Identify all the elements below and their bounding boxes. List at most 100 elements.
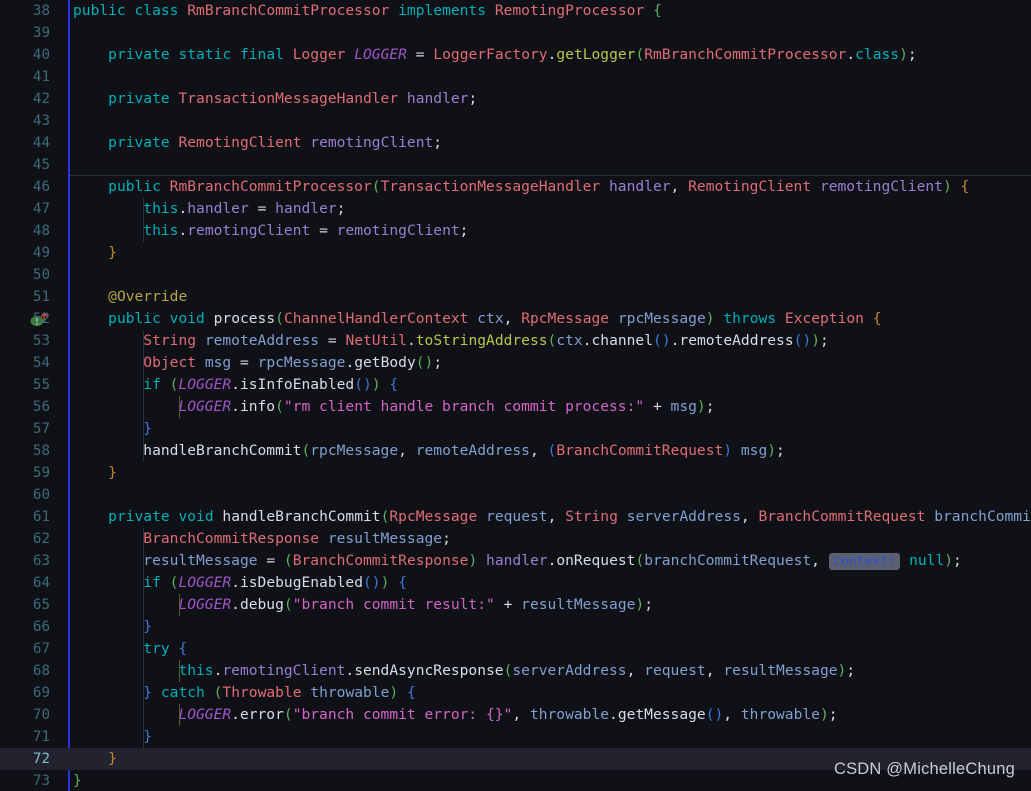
code-line[interactable]: public void process(ChannelHandlerContex… — [68, 308, 1031, 330]
code-line[interactable]: private static final Logger LOGGER = Log… — [68, 44, 1031, 66]
code-line-text: String remoteAddress = NetUtil.toStringA… — [143, 332, 829, 349]
code-line-text: public void process(ChannelHandlerContex… — [108, 310, 882, 327]
line-number-gutter[interactable]: 38 39 40 41 42 43 44 45 46 47 48 49 50 51 52 53 54 55 56 57… — [0, 0, 68, 791]
code-line[interactable]: Object msg = rpcMessage.getBody(); — [68, 352, 1031, 374]
line-number: 41 — [32, 69, 50, 85]
code-line[interactable] — [68, 110, 1031, 132]
code-line-text: this.remotingClient.sendAsyncResponse(se… — [178, 662, 856, 679]
code-line-text: } — [73, 772, 82, 789]
code-line[interactable]: @Override — [68, 286, 1031, 308]
indent-guide — [143, 330, 145, 462]
code-line[interactable]: private RemotingClient remotingClient; — [68, 132, 1031, 154]
code-line-text: } catch (Throwable throwable) { — [143, 684, 416, 701]
line-number: 49 — [32, 245, 50, 261]
code-line-text: private void handleBranchCommit(RpcMessa… — [108, 508, 1031, 525]
code-line[interactable]: LOGGER.debug("branch commit result:" + r… — [68, 594, 1031, 616]
line-number: 44 — [32, 135, 50, 151]
code-line[interactable] — [68, 154, 1031, 176]
line-number: 52 — [32, 311, 50, 327]
line-number: 48 — [32, 223, 50, 239]
code-line[interactable]: public RmBranchCommitProcessor(Transacti… — [68, 176, 1031, 198]
code-line[interactable]: resultMessage = (BranchCommitResponse) h… — [68, 550, 1031, 572]
line-number: 60 — [32, 487, 50, 503]
code-line-text: } — [108, 464, 117, 481]
line-number: 56 — [32, 399, 50, 415]
code-line[interactable]: LOGGER.error("branch commit error: {}", … — [68, 704, 1031, 726]
code-line[interactable]: } — [68, 462, 1031, 484]
line-number: 47 — [32, 201, 50, 217]
code-line[interactable]: try { — [68, 638, 1031, 660]
line-number: 42 — [32, 91, 50, 107]
code-line-text: BranchCommitResponse resultMessage; — [143, 530, 451, 547]
line-number: 73 — [32, 773, 50, 789]
line-number: 39 — [32, 25, 50, 41]
line-number: 57 — [32, 421, 50, 437]
code-line[interactable] — [68, 22, 1031, 44]
code-line[interactable]: if (LOGGER.isInfoEnabled()) { — [68, 374, 1031, 396]
line-number: 54 — [32, 355, 50, 371]
code-line[interactable]: String remoteAddress = NetUtil.toStringA… — [68, 330, 1031, 352]
indent-guide — [178, 594, 180, 616]
line-number: 38 — [32, 3, 50, 19]
code-line-text: public RmBranchCommitProcessor(Transacti… — [108, 178, 970, 195]
code-line[interactable] — [68, 484, 1031, 506]
line-number: 59 — [32, 465, 50, 481]
code-line[interactable]: this.remotingClient.sendAsyncResponse(se… — [68, 660, 1031, 682]
code-line-text: LOGGER.error("branch commit error: {}", … — [178, 706, 838, 723]
code-line[interactable]: } — [68, 418, 1031, 440]
indent-guide — [143, 528, 145, 748]
line-number: 55 — [32, 377, 50, 393]
line-number: 63 — [32, 553, 50, 569]
code-line[interactable]: this.handler = handler; — [68, 198, 1031, 220]
line-number: 65 — [32, 597, 50, 613]
code-line[interactable]: this.remotingClient = remotingClient; — [68, 220, 1031, 242]
code-line-text: LOGGER.info("rm client handle branch com… — [178, 398, 715, 415]
inline-parameter-hint: context: — [828, 553, 901, 570]
indent-guide — [143, 198, 145, 242]
code-line[interactable]: private void handleBranchCommit(RpcMessa… — [68, 506, 1031, 528]
code-line-text: private TransactionMessageHandler handle… — [108, 90, 478, 107]
code-line[interactable]: public class RmBranchCommitProcessor imp… — [68, 0, 1031, 22]
code-line[interactable]: } — [68, 726, 1031, 748]
code-line-text: @Override — [108, 288, 188, 305]
line-number: 46 — [32, 179, 50, 195]
code-line-text: handleBranchCommit(rpcMessage, remoteAdd… — [143, 442, 785, 459]
code-line[interactable]: BranchCommitResponse resultMessage; — [68, 528, 1031, 550]
code-line[interactable]: handleBranchCommit(rpcMessage, remoteAdd… — [68, 440, 1031, 462]
indent-guide — [178, 704, 180, 726]
method-separator — [70, 175, 1031, 176]
indent-guide — [178, 660, 180, 682]
code-line-text: this.handler = handler; — [143, 200, 346, 217]
code-line-text: } — [143, 420, 153, 437]
code-line[interactable]: if (LOGGER.isDebugEnabled()) { — [68, 572, 1031, 594]
line-number: 72 — [32, 751, 50, 767]
line-number: 53 — [32, 333, 50, 349]
code-line-text: } — [108, 244, 117, 261]
code-line-text: Object msg = rpcMessage.getBody(); — [143, 354, 443, 371]
line-number: 45 — [32, 157, 50, 173]
code-line[interactable]: private TransactionMessageHandler handle… — [68, 88, 1031, 110]
line-number: 58 — [32, 443, 50, 459]
code-content-area[interactable]: public class RmBranchCommitProcessor imp… — [68, 0, 1031, 791]
code-line-text: if (LOGGER.isInfoEnabled()) { — [143, 376, 399, 393]
line-number: 68 — [32, 663, 50, 679]
code-line[interactable] — [68, 66, 1031, 88]
code-line[interactable]: LOGGER.info("rm client handle branch com… — [68, 396, 1031, 418]
code-line-text: } — [143, 728, 153, 745]
code-line[interactable] — [68, 264, 1031, 286]
line-number: 62 — [32, 531, 50, 547]
code-line[interactable]: } — [68, 616, 1031, 638]
code-line-text: } — [108, 750, 117, 767]
code-line[interactable]: } — [68, 242, 1031, 264]
line-number: 71 — [32, 729, 50, 745]
line-number: 40 — [32, 47, 50, 63]
code-line-text: if (LOGGER.isDebugEnabled()) { — [143, 574, 407, 591]
code-editor[interactable]: 38 39 40 41 42 43 44 45 46 47 48 49 50 51 52 53 54 55 56 57… — [0, 0, 1031, 791]
code-line-text: LOGGER.debug("branch commit result:" + r… — [178, 596, 653, 613]
line-number: 50 — [32, 267, 50, 283]
line-number: 61 — [32, 509, 50, 525]
code-line[interactable]: } catch (Throwable throwable) { — [68, 682, 1031, 704]
line-number: 70 — [32, 707, 50, 723]
code-line-text: private RemotingClient remotingClient; — [108, 134, 443, 151]
line-number: 43 — [32, 113, 50, 129]
